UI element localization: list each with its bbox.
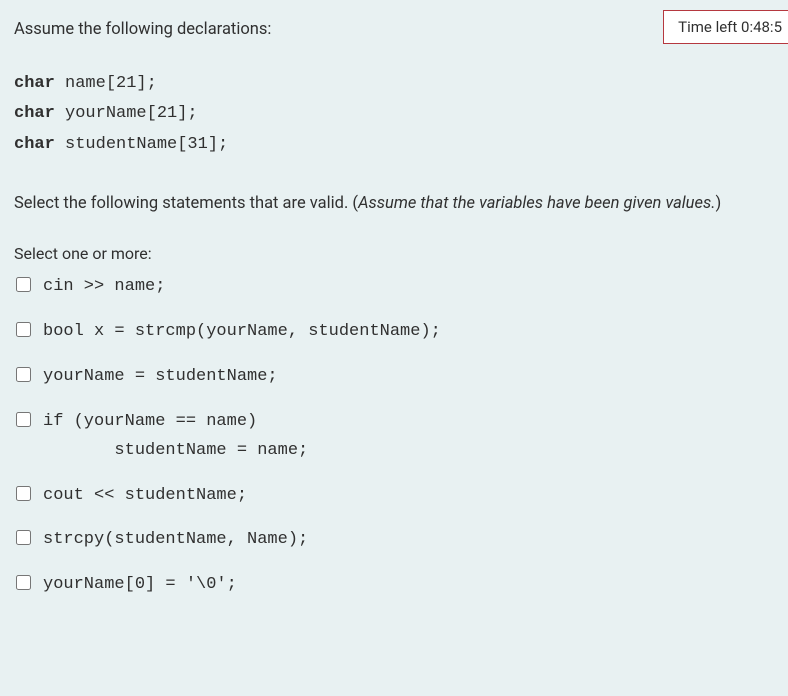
code-text: name[21]; xyxy=(55,74,157,93)
keyword-char: char xyxy=(14,135,55,154)
option-row: if (yourName == name) studentName = name… xyxy=(14,408,774,466)
option-row: yourName = studentName; xyxy=(14,363,774,392)
question-text-italic: Assume that the variables have been give… xyxy=(358,194,715,213)
keyword-char: char xyxy=(14,74,55,93)
declaration-line: char yourName[21]; xyxy=(14,99,774,130)
option-row: cout << studentName; xyxy=(14,482,774,511)
question-text-a: Select the following statements that are… xyxy=(14,194,358,213)
option-code: yourName = studentName; xyxy=(43,363,278,392)
option-checkbox-2[interactable] xyxy=(16,322,31,337)
code-text: yourName[21]; xyxy=(55,104,198,123)
question-content: Assume the following declarations: char … xyxy=(0,0,788,600)
select-hint: Select one or more: xyxy=(14,244,774,263)
code-text: studentName[31]; xyxy=(55,135,228,154)
declaration-line: char name[21]; xyxy=(14,69,774,100)
time-left-box: Time left 0:48:5 xyxy=(663,10,788,44)
options-list: cin >> name; bool x = strcmp(yourName, s… xyxy=(14,273,774,600)
option-checkbox-6[interactable] xyxy=(16,530,31,545)
option-row: bool x = strcmp(yourName, studentName); xyxy=(14,318,774,347)
option-code: bool x = strcmp(yourName, studentName); xyxy=(43,318,441,347)
option-code: cin >> name; xyxy=(43,273,165,302)
option-checkbox-4[interactable] xyxy=(16,412,31,427)
time-left-label: Time left 0:48:5 xyxy=(678,18,782,36)
option-code: cout << studentName; xyxy=(43,482,247,511)
option-checkbox-5[interactable] xyxy=(16,486,31,501)
declarations-code-block: char name[21]; char yourName[21]; char s… xyxy=(14,69,774,161)
question-prompt: Select the following statements that are… xyxy=(14,191,774,217)
option-code: if (yourName == name) studentName = name… xyxy=(43,408,308,466)
option-checkbox-7[interactable] xyxy=(16,575,31,590)
declaration-line: char studentName[31]; xyxy=(14,130,774,161)
option-checkbox-1[interactable] xyxy=(16,277,31,292)
intro-text: Assume the following declarations: xyxy=(14,18,774,43)
option-checkbox-3[interactable] xyxy=(16,367,31,382)
question-text-b: ) xyxy=(715,194,721,213)
keyword-char: char xyxy=(14,104,55,123)
option-row: cin >> name; xyxy=(14,273,774,302)
option-row: strcpy(studentName, Name); xyxy=(14,526,774,555)
option-code: strcpy(studentName, Name); xyxy=(43,526,308,555)
option-row: yourName[0] = '\0'; xyxy=(14,571,774,600)
option-code: yourName[0] = '\0'; xyxy=(43,571,237,600)
